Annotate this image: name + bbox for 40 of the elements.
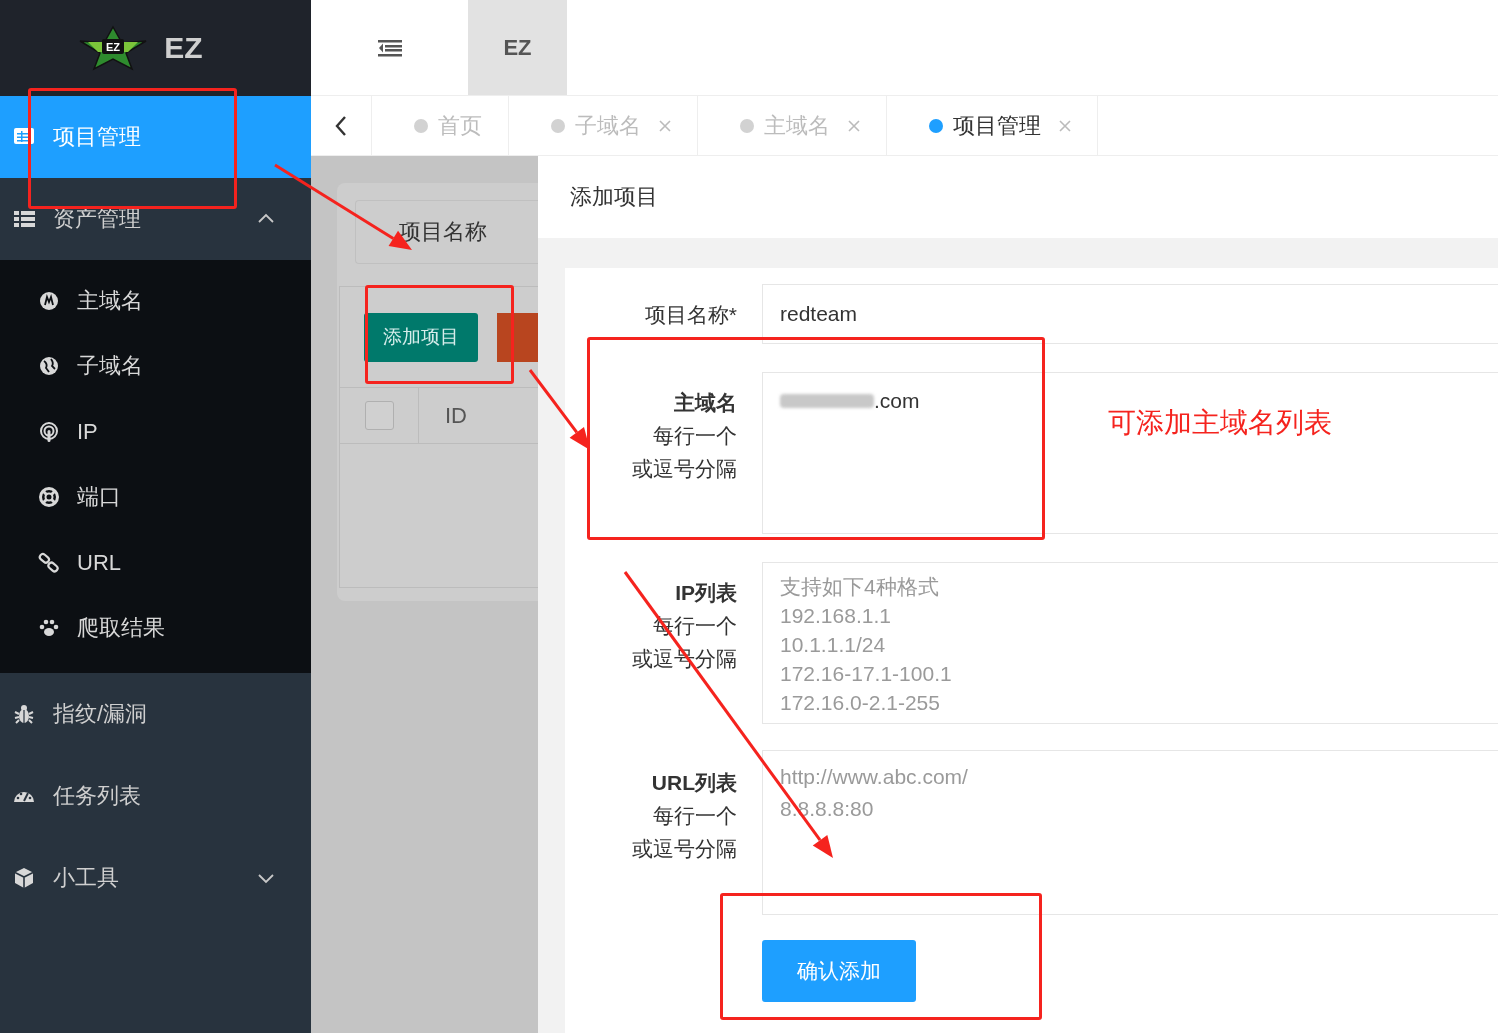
header-tab[interactable]: EZ: [468, 0, 567, 95]
app-title: EZ: [164, 31, 203, 65]
sidebar-subitem[interactable]: URL: [0, 530, 311, 596]
field-hint: 或逗号分隔: [631, 836, 737, 862]
cube-icon: [13, 867, 35, 889]
add-project-button[interactable]: 添加项目: [364, 312, 478, 362]
annotation-text: 可添加主域名列表: [1108, 406, 1332, 440]
field-label: 项目名称*: [643, 302, 737, 328]
input-field[interactable]: redteam: [762, 284, 1498, 344]
link-icon: [38, 551, 60, 574]
logo-icon: EZ: [78, 25, 149, 71]
sidebar-item[interactable]: 指纹/漏洞: [0, 673, 311, 755]
sidebar-subitem[interactable]: 主域名: [0, 268, 311, 334]
sidebar-subitem[interactable]: 端口: [0, 464, 311, 530]
field-label: URL列表: [650, 770, 737, 796]
field-hint: 每行一个: [652, 423, 737, 449]
chevron-left-icon: [334, 114, 348, 137]
sidebar-subitem[interactable]: IP: [0, 399, 311, 465]
field-label: 主域名: [673, 390, 737, 416]
danger-button[interactable]: [497, 312, 538, 362]
sidebar-item[interactable]: 任务列表: [0, 755, 311, 837]
field-label: IP列表: [674, 580, 737, 606]
sidebar-subitem[interactable]: 爬取结果: [0, 595, 311, 661]
menu-icon: [377, 38, 402, 57]
sidebar-subitem[interactable]: 子域名: [0, 333, 311, 399]
globe-icon: [38, 355, 60, 378]
field-hint: 或逗号分隔: [631, 456, 737, 482]
column-header: ID: [444, 402, 467, 429]
list-icon: [13, 208, 35, 230]
sidebar-item[interactable]: 小工具: [0, 837, 311, 919]
sidebar-item[interactable]: 资产管理: [0, 178, 311, 260]
text-area[interactable]: 支持如下4种格式 192.168.1.1 10.1.1.1/24 172.16-17.1-100.1 172.16.0-2.1-255: [762, 562, 1498, 724]
bug-icon: [13, 703, 35, 725]
lifebuoy-icon: [38, 486, 60, 509]
field-hint: 每行一个: [652, 803, 737, 829]
badge-icon: [38, 289, 60, 312]
tab[interactable]: 项目管理: [887, 96, 1098, 155]
beacon-icon: [38, 420, 60, 443]
drawer-title: 添加项目: [538, 156, 1498, 238]
checkbox[interactable]: [364, 401, 394, 430]
